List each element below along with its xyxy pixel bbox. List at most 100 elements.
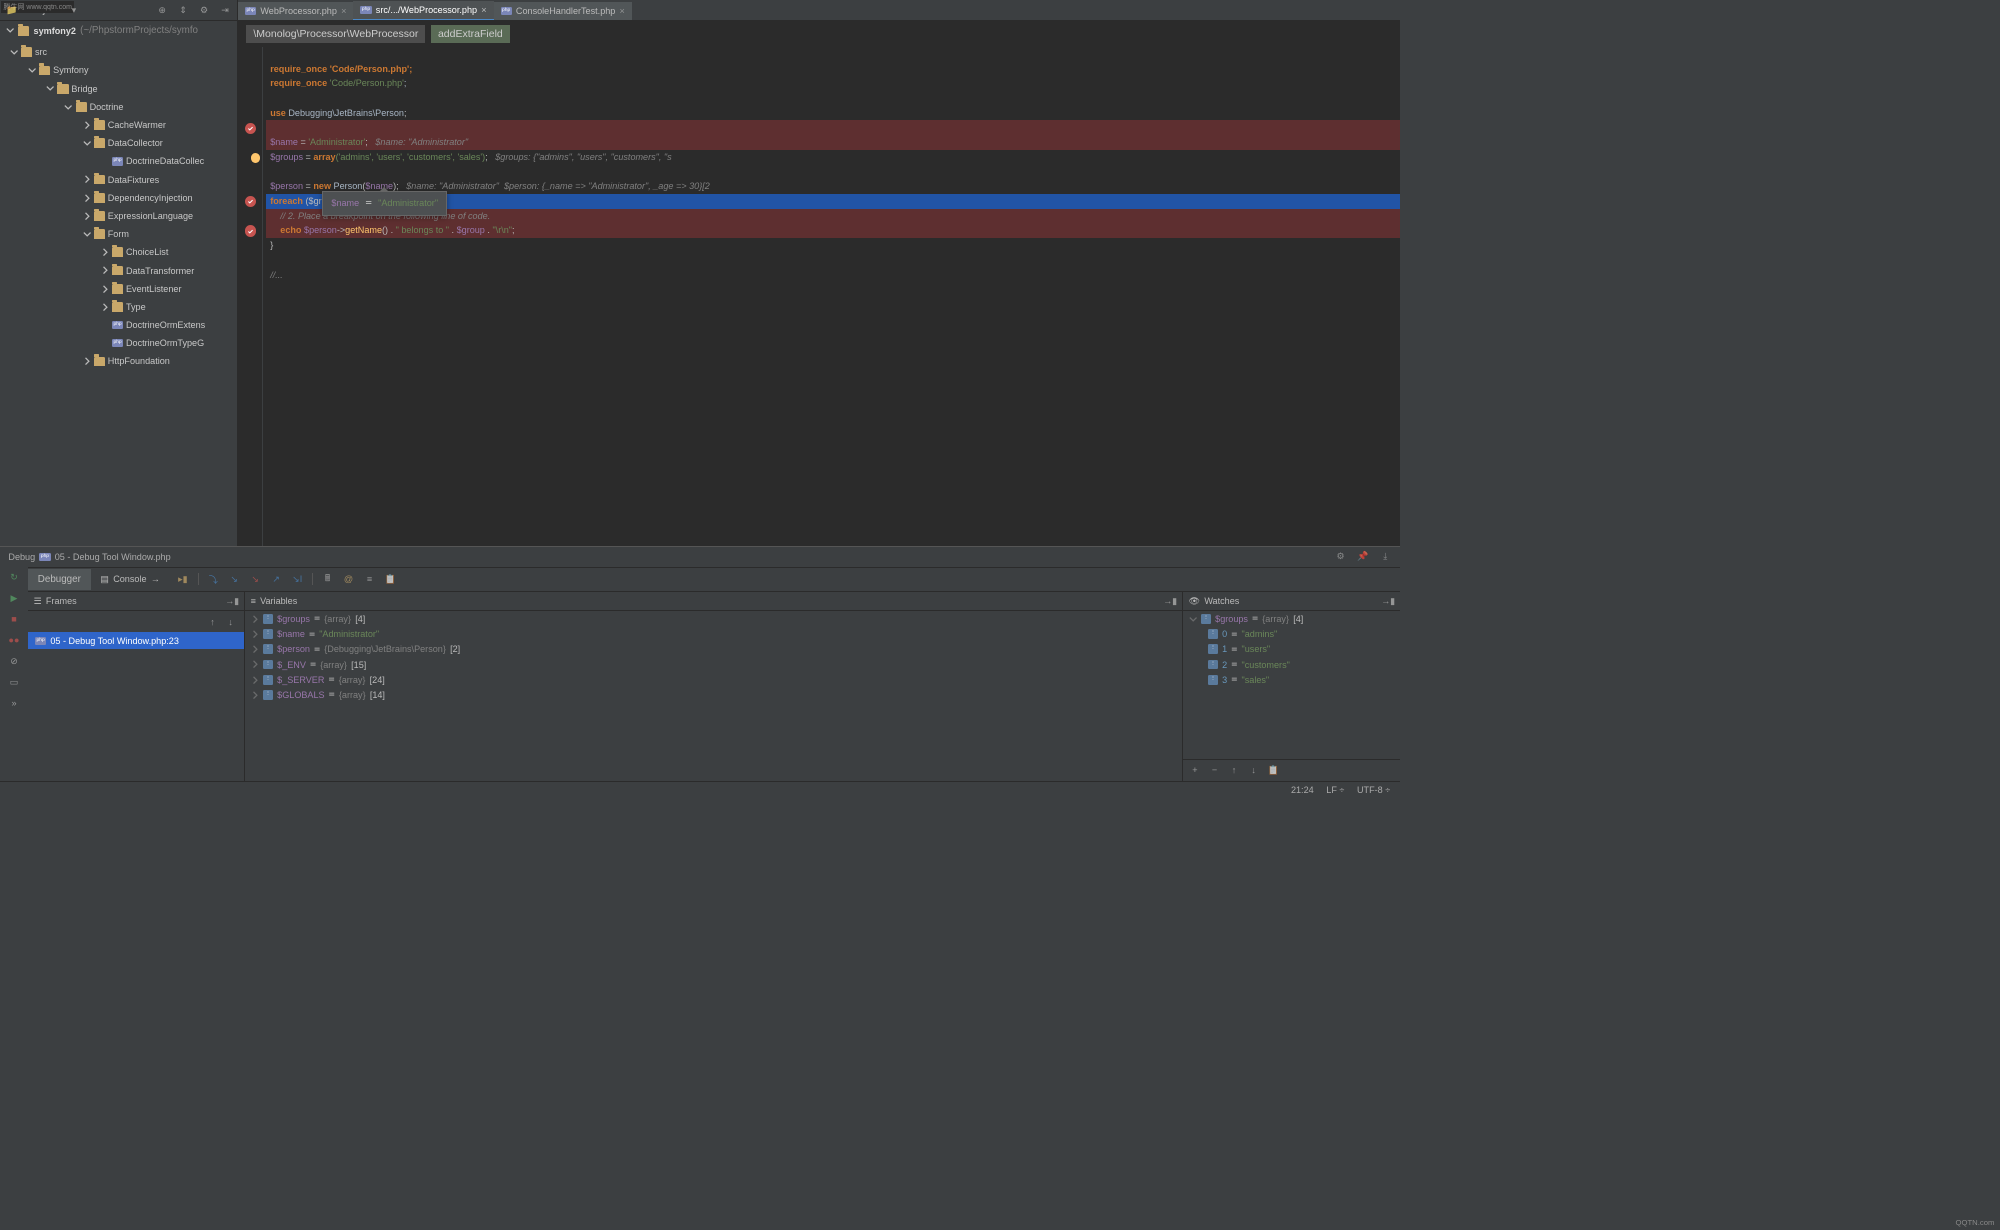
- collapse-icon[interactable]: ⇕: [177, 4, 190, 17]
- restore-icon[interactable]: →▮: [1382, 595, 1395, 608]
- variable-row[interactable]: ⋮ $person = {Debugging\JetBrains\Person}…: [245, 642, 1182, 657]
- folder-icon: [94, 138, 105, 148]
- variable-row[interactable]: ⋮ $GLOBALS = {array} [14]: [245, 687, 1182, 702]
- tree-item[interactable]: phpDoctrineOrmExtens: [0, 316, 237, 334]
- show-exec-icon[interactable]: ▸▮: [177, 573, 190, 586]
- pin-icon[interactable]: 📌: [1357, 551, 1370, 564]
- dropdown-icon[interactable]: ▾: [68, 4, 81, 17]
- watch-row[interactable]: ⋮ $groups = {array} [4]: [1183, 611, 1400, 626]
- layout-icon[interactable]: ▭: [8, 676, 21, 689]
- watch-item[interactable]: ⋮ 1 = "users": [1183, 642, 1400, 657]
- tree-item[interactable]: ChoiceList: [0, 243, 237, 261]
- chevron-right-icon: [83, 212, 91, 220]
- sort-icon[interactable]: ≡: [363, 573, 376, 586]
- add-watch-icon[interactable]: +: [1189, 764, 1202, 777]
- project-root[interactable]: symfony2 (~/PhpstormProjects/symfo: [0, 21, 237, 40]
- step-into-icon[interactable]: ↘: [228, 573, 241, 586]
- breakpoint-icon[interactable]: [245, 225, 256, 236]
- resume-icon[interactable]: ▶: [8, 592, 21, 605]
- more-icon[interactable]: »: [8, 697, 21, 710]
- encoding[interactable]: UTF-8 ÷: [1357, 785, 1390, 795]
- watch-item[interactable]: ⋮ 0 = "admins": [1183, 627, 1400, 642]
- tree-item[interactable]: DependencyInjection: [0, 189, 237, 207]
- gutter: [238, 47, 263, 546]
- tree-label: ExpressionLanguage: [108, 211, 193, 221]
- tree-item[interactable]: phpDoctrineDataCollec: [0, 152, 237, 170]
- tree-item[interactable]: DataFixtures: [0, 170, 237, 188]
- editor-tab[interactable]: phpsrc/.../WebProcessor.php×: [353, 1, 493, 20]
- step-out-icon[interactable]: ↗: [270, 573, 283, 586]
- rerun-icon[interactable]: ↻: [8, 571, 21, 584]
- breadcrumb-method[interactable]: addExtraField: [431, 25, 510, 43]
- php-icon: php: [35, 637, 46, 645]
- chevron-right-icon: [251, 645, 259, 653]
- cursor-position: 21:24: [1291, 785, 1314, 795]
- stop-icon[interactable]: ■: [8, 613, 21, 626]
- line-ending[interactable]: LF ÷: [1326, 785, 1344, 795]
- php-icon: php: [112, 321, 123, 329]
- tree-item[interactable]: Type: [0, 298, 237, 316]
- tree-item[interactable]: src: [0, 43, 237, 61]
- target-icon[interactable]: ⊕: [156, 4, 169, 17]
- chevron-right-icon: [83, 121, 91, 129]
- gear-icon[interactable]: ⚙: [1334, 551, 1347, 564]
- force-step-icon[interactable]: ↘: [249, 573, 262, 586]
- at-icon[interactable]: @: [342, 573, 355, 586]
- download-icon[interactable]: ⤓: [1379, 551, 1392, 564]
- tree-item[interactable]: Form: [0, 225, 237, 243]
- breakpoint-icon[interactable]: [245, 123, 256, 134]
- up-icon[interactable]: ↑: [1228, 764, 1241, 777]
- tree-item[interactable]: Bridge: [0, 80, 237, 98]
- chevron-right-icon: [83, 357, 91, 365]
- copy-icon[interactable]: 📋: [1267, 764, 1280, 777]
- tree-item[interactable]: DataCollector: [0, 134, 237, 152]
- close-icon[interactable]: ×: [341, 6, 346, 16]
- down-icon[interactable]: ↓: [1247, 764, 1260, 777]
- mute-icon[interactable]: ⊘: [8, 655, 21, 668]
- restore-icon[interactable]: →▮: [226, 595, 239, 608]
- var-icon: ⋮: [263, 660, 273, 670]
- lightbulb-icon[interactable]: [251, 153, 261, 163]
- tree-label: DataTransformer: [126, 266, 194, 276]
- remove-watch-icon[interactable]: −: [1208, 764, 1221, 777]
- var-icon: ⋮: [1201, 614, 1211, 624]
- step-over-icon[interactable]: ⤵: [207, 573, 220, 586]
- close-icon[interactable]: ×: [481, 5, 486, 15]
- tree-label: DoctrineDataCollec: [126, 156, 204, 166]
- breakpoints-icon[interactable]: ●●: [8, 634, 21, 647]
- breakpoint-icon[interactable]: [245, 196, 256, 207]
- tree-item[interactable]: HttpFoundation: [0, 352, 237, 370]
- variable-row[interactable]: ⋮ $groups = {array} [4]: [245, 611, 1182, 626]
- console-tab[interactable]: ▤Console→: [91, 569, 170, 590]
- editor-tab[interactable]: phpConsoleHandlerTest.php×: [494, 2, 632, 20]
- breadcrumb-path[interactable]: \Monolog\Processor\WebProcessor: [246, 25, 425, 43]
- debugger-tab[interactable]: Debugger: [28, 569, 91, 590]
- tree-item[interactable]: Doctrine: [0, 98, 237, 116]
- tree-item[interactable]: DataTransformer: [0, 261, 237, 279]
- watch-item[interactable]: ⋮ 2 = "customers": [1183, 657, 1400, 672]
- editor-tab[interactable]: phpWebProcessor.php×: [238, 2, 353, 20]
- up-icon[interactable]: ↑: [206, 616, 219, 629]
- variable-row[interactable]: ⋮ $_SERVER = {array} [24]: [245, 672, 1182, 687]
- tree-item[interactable]: EventListener: [0, 280, 237, 298]
- tree-item[interactable]: ExpressionLanguage: [0, 207, 237, 225]
- evaluate-icon[interactable]: 🖩: [321, 573, 334, 586]
- chevron-right-icon: [251, 660, 259, 668]
- watch-item[interactable]: ⋮ 3 = "sales": [1183, 672, 1400, 687]
- tree-item[interactable]: Symfony: [0, 61, 237, 79]
- php-icon: php: [245, 7, 256, 15]
- tree-item[interactable]: CacheWarmer: [0, 116, 237, 134]
- tree-item[interactable]: phpDoctrineOrmTypeG: [0, 334, 237, 352]
- hide-icon[interactable]: ⇥: [219, 4, 232, 17]
- copy-icon[interactable]: 📋: [384, 573, 397, 586]
- folder-icon: [94, 211, 105, 221]
- variable-row[interactable]: ⋮ $name = "Administrator": [245, 627, 1182, 642]
- variable-row[interactable]: ⋮ $_ENV = {array} [15]: [245, 657, 1182, 672]
- close-icon[interactable]: ×: [620, 6, 625, 16]
- run-to-cursor-icon[interactable]: ↘I: [291, 573, 304, 586]
- gear-icon[interactable]: ⚙: [198, 4, 211, 17]
- code-editor[interactable]: require_once 'Code/Person.php'; require_…: [238, 47, 1400, 546]
- down-icon[interactable]: ↓: [224, 616, 237, 629]
- restore-icon[interactable]: →▮: [1164, 595, 1177, 608]
- stack-frame[interactable]: php05 - Debug Tool Window.php:23: [28, 632, 244, 649]
